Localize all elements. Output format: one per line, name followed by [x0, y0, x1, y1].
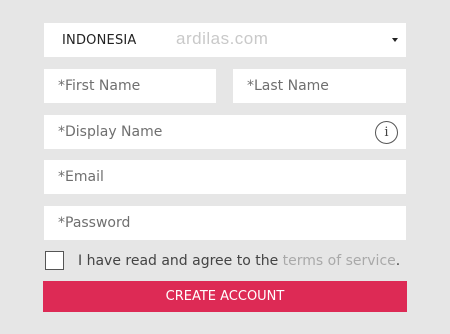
create-account-button[interactable]: CREATE ACCOUNT: [43, 281, 407, 312]
country-select[interactable]: INDONESIA ardilas.com: [44, 23, 406, 57]
agree-text: I have read and agree to the: [78, 252, 283, 269]
info-icon[interactable]: i: [375, 120, 398, 144]
watermark-text: ardilas.com: [176, 29, 269, 48]
email-placeholder: *Email: [58, 169, 104, 185]
password-placeholder: *Password: [58, 215, 131, 231]
agree-row: I have read and agree to the terms of se…: [45, 251, 400, 270]
agree-label: I have read and agree to the terms of se…: [78, 253, 400, 269]
last-name-placeholder: *Last Name: [247, 78, 329, 94]
password-input[interactable]: *Password: [44, 206, 406, 240]
terms-of-service-link[interactable]: terms of service: [283, 253, 396, 269]
first-name-placeholder: *First Name: [58, 78, 141, 94]
display-name-placeholder: *Display Name: [58, 124, 163, 140]
agree-suffix: .: [395, 252, 401, 269]
display-name-input[interactable]: *Display Name i: [44, 115, 406, 149]
last-name-input[interactable]: *Last Name: [233, 69, 406, 103]
country-value: INDONESIA: [62, 32, 137, 48]
first-name-input[interactable]: *First Name: [44, 69, 216, 103]
email-input[interactable]: *Email: [44, 160, 406, 194]
caret-down-icon: [392, 38, 398, 42]
agree-checkbox[interactable]: [45, 251, 64, 270]
